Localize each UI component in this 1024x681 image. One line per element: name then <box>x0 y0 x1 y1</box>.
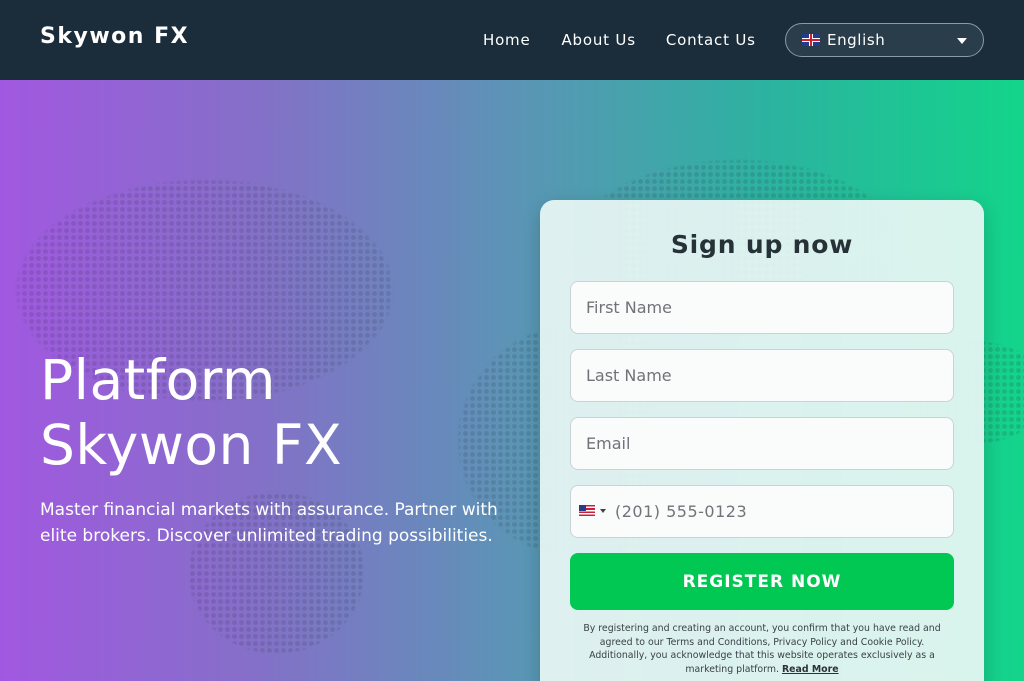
signup-form: Sign up now REGISTER NOW By registering … <box>540 200 984 681</box>
language-label: English <box>827 31 886 49</box>
uk-flag-icon <box>802 34 820 46</box>
signup-title: Sign up now <box>670 230 854 259</box>
us-flag-icon <box>579 505 595 516</box>
hero-title: Platform Skywon FX <box>40 348 510 478</box>
nav-link-contact-us[interactable]: Contact Us <box>666 31 756 49</box>
disclaimer-text: By registering and creating an account, … <box>583 623 941 675</box>
first-name-input[interactable] <box>570 281 954 334</box>
phone-field <box>570 485 954 538</box>
nav-link-about-us[interactable]: About Us <box>562 31 636 49</box>
top-navbar: Skywon FX Home About Us Contact Us Engli… <box>0 0 1024 80</box>
read-more-link[interactable]: Read More <box>782 664 839 675</box>
hero-subtitle: Master financial markets with assurance.… <box>40 500 498 546</box>
phone-input[interactable] <box>615 486 945 537</box>
register-button[interactable]: REGISTER NOW <box>570 553 954 610</box>
chevron-down-icon <box>957 38 967 44</box>
email-input[interactable] <box>570 417 954 470</box>
legal-disclaimer: By registering and creating an account, … <box>576 622 948 676</box>
hero-title-line1: Platform <box>40 348 276 412</box>
hero-title-line2: Skywon FX <box>40 413 343 477</box>
language-select[interactable]: English <box>785 23 984 57</box>
nav-link-home[interactable]: Home <box>483 31 531 49</box>
country-code-select[interactable] <box>579 505 606 516</box>
hero-section: Platform Skywon FX Master financial mark… <box>0 80 1024 681</box>
last-name-input[interactable] <box>570 349 954 402</box>
chevron-down-icon <box>600 508 606 513</box>
nav-links: Home About Us Contact Us <box>483 31 756 49</box>
brand-logo[interactable]: Skywon FX <box>40 24 189 49</box>
